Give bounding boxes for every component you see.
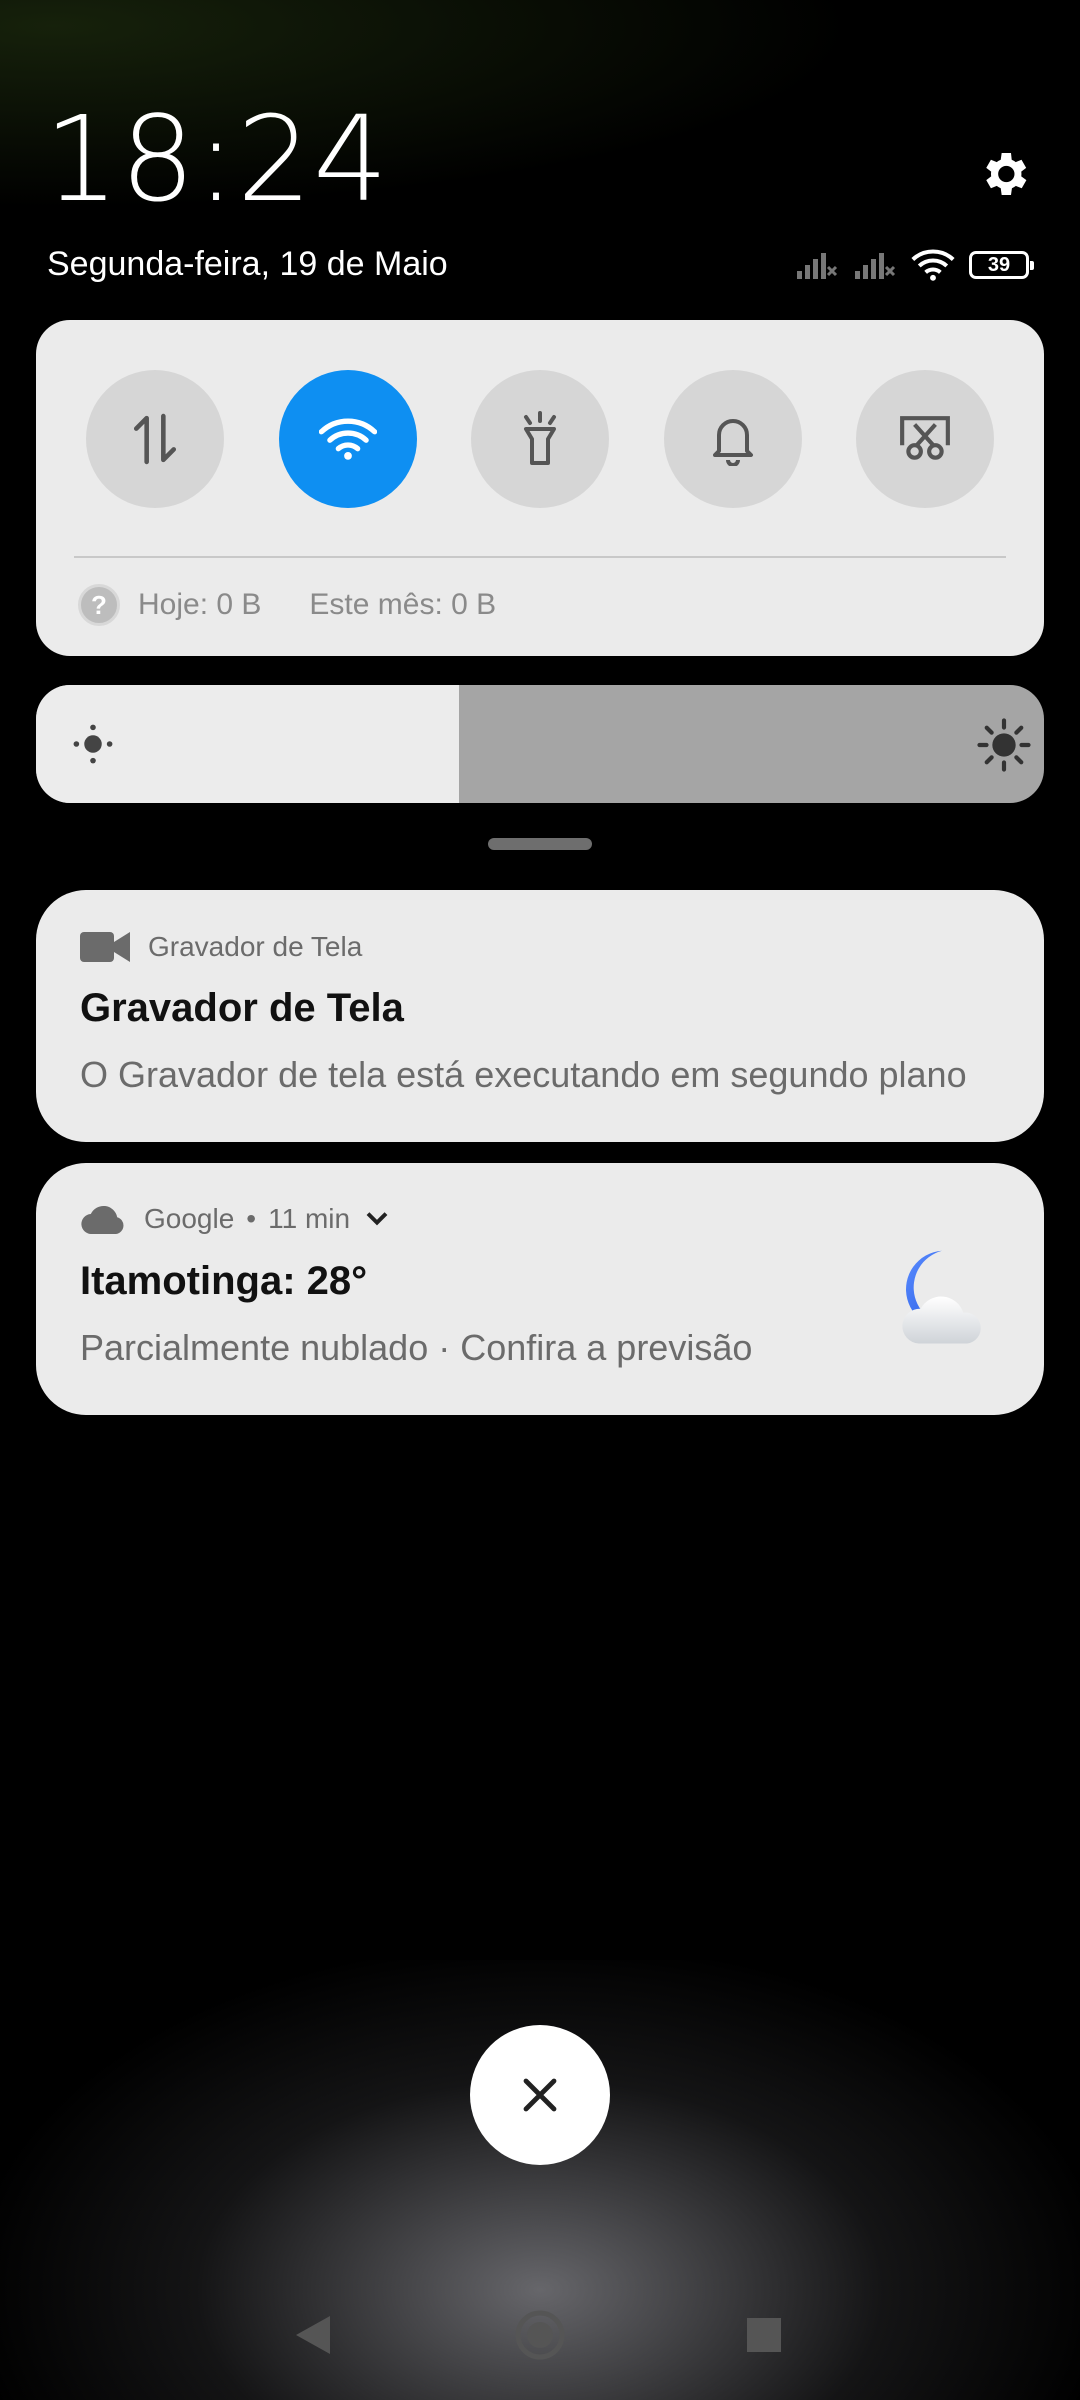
chevron-down-icon[interactable] bbox=[364, 1210, 390, 1228]
tile-sound[interactable] bbox=[663, 370, 802, 508]
tile-wifi[interactable] bbox=[278, 370, 417, 508]
back-icon[interactable] bbox=[296, 2316, 330, 2354]
notification-time: 11 min bbox=[268, 1203, 351, 1234]
help-icon: ? bbox=[78, 584, 120, 626]
clear-notifications-button[interactable] bbox=[470, 2025, 610, 2165]
wifi-status-icon bbox=[911, 249, 955, 281]
data-usage[interactable]: ? Hoje: 0 B Este mês: 0 B bbox=[78, 584, 496, 626]
notification-google-weather[interactable]: Google • 11 min Itamotinga: 28° Parcialm… bbox=[36, 1163, 1044, 1415]
clock: 18:24 bbox=[44, 90, 390, 228]
date: Segunda-feira, 19 de Maio bbox=[47, 245, 448, 283]
app-name: Gravador de Tela bbox=[148, 931, 363, 962]
notification-title: Itamotinga: 28° bbox=[80, 1259, 368, 1303]
notification-body: O Gravador de tela está executando em se… bbox=[80, 1054, 967, 1095]
notification-title: Gravador de Tela bbox=[80, 986, 404, 1030]
close-icon bbox=[523, 2078, 557, 2112]
brightness-slider[interactable] bbox=[36, 685, 1044, 803]
signal-2-icon bbox=[855, 253, 896, 279]
video-camera-icon bbox=[80, 932, 130, 962]
recents-icon[interactable] bbox=[747, 2318, 781, 2352]
navigation-bar bbox=[296, 2310, 781, 2360]
home-icon bbox=[527, 2322, 553, 2348]
signal-1-icon bbox=[797, 253, 838, 279]
brightness-low-icon bbox=[73, 724, 113, 764]
app-name: Google bbox=[144, 1203, 235, 1234]
qs-divider bbox=[74, 556, 1006, 558]
status-icons: 39 bbox=[795, 245, 1034, 285]
moon-cloud-weather-icon bbox=[902, 1250, 981, 1344]
notification-header: Google • 11 min bbox=[80, 1203, 390, 1235]
notification-header: Gravador de Tela bbox=[80, 930, 362, 964]
gear-icon[interactable] bbox=[976, 146, 1032, 202]
separator-dot: • bbox=[246, 1203, 257, 1234]
brightness-high-icon bbox=[977, 718, 1031, 772]
bell-icon bbox=[712, 419, 753, 466]
notification-screen-recorder[interactable]: Gravador de Tela Gravador de Tela O Grav… bbox=[36, 890, 1044, 1142]
cloud-icon bbox=[81, 1206, 124, 1234]
data-month: Este mês: 0 B bbox=[309, 588, 497, 621]
wifi-icon bbox=[318, 418, 377, 460]
quick-settings-tiles bbox=[86, 370, 994, 508]
flashlight-icon bbox=[524, 411, 556, 465]
data-arrows-icon bbox=[133, 413, 177, 465]
drag-handle[interactable] bbox=[488, 838, 592, 850]
tile-mobile-data[interactable] bbox=[86, 370, 224, 508]
data-today: Hoje: 0 B bbox=[138, 588, 262, 621]
tile-screenshot[interactable] bbox=[856, 370, 994, 508]
notification-body: Parcialmente nublado · Confira a previsã… bbox=[80, 1327, 753, 1368]
scissors-screenshot-icon bbox=[900, 416, 950, 460]
quick-settings-panel: ? Hoje: 0 B Este mês: 0 B bbox=[36, 320, 1044, 656]
battery-indicator: 39 bbox=[969, 251, 1034, 279]
tile-flashlight[interactable] bbox=[471, 370, 609, 508]
